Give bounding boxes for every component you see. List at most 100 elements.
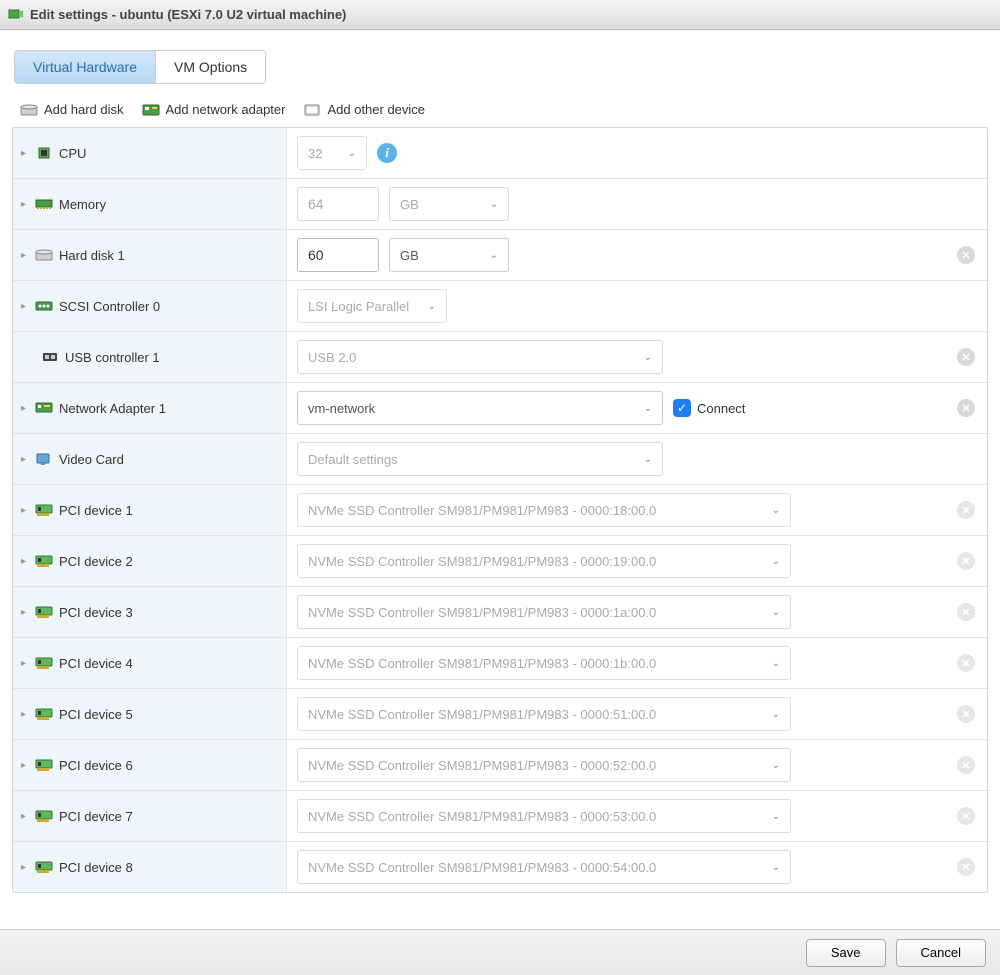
row-hard-disk-1: ▸ Hard disk 1 GB⌄ ✕	[13, 230, 987, 281]
row-usb-label-cell: USB controller 1	[13, 332, 287, 382]
row-video-label-cell: ▸ Video Card	[13, 434, 287, 484]
expand-caret-icon[interactable]: ▸	[21, 862, 29, 873]
row-disk-controls: GB⌄ ✕	[287, 230, 987, 280]
usb-type-select[interactable]: USB 2.0⌄	[297, 340, 663, 374]
add-hard-disk-button[interactable]: Add hard disk	[20, 102, 124, 117]
row-pci-controls: NVMe SSD Controller SM981/PM981/PM983 - …	[287, 536, 987, 586]
pci-card-icon	[35, 655, 53, 671]
remove-pci-button[interactable]: ✕	[957, 705, 975, 723]
scsi-type-select[interactable]: LSI Logic Parallel⌄	[297, 289, 447, 323]
chevron-down-icon: ⌄	[644, 403, 652, 414]
connect-checkbox[interactable]: ✓	[673, 399, 691, 417]
tab-vm-options[interactable]: VM Options	[155, 51, 265, 83]
action-row: Add hard disk Add network adapter Add ot…	[10, 84, 990, 127]
remove-pci-button[interactable]: ✕	[957, 552, 975, 570]
remove-pci-button[interactable]: ✕	[957, 756, 975, 774]
tabs: Virtual Hardware VM Options	[14, 50, 266, 84]
pci-device-select[interactable]: NVMe SSD Controller SM981/PM981/PM983 - …	[297, 646, 791, 680]
network-adapter-icon	[35, 400, 53, 416]
other-device-icon	[303, 103, 321, 117]
chevron-down-icon: ⌄	[772, 760, 780, 771]
row-scsi-controller-0: ▸ SCSI Controller 0 LSI Logic Parallel⌄	[13, 281, 987, 332]
cancel-button[interactable]: Cancel	[896, 939, 986, 967]
add-other-device-button[interactable]: Add other device	[303, 102, 425, 117]
chevron-down-icon: ⌄	[772, 505, 780, 516]
row-cpu-label-cell: ▸ CPU	[13, 128, 287, 178]
add-network-adapter-button[interactable]: Add network adapter	[142, 102, 286, 117]
remove-disk-button[interactable]: ✕	[957, 246, 975, 264]
add-hard-disk-label: Add hard disk	[44, 102, 124, 117]
pci-card-icon	[35, 502, 53, 518]
row-pci-label-cell: ▸PCI device 8	[13, 842, 287, 892]
chevron-down-icon: ⌄	[772, 607, 780, 618]
pci-device-select[interactable]: NVMe SSD Controller SM981/PM981/PM983 - …	[297, 850, 791, 884]
video-settings-select[interactable]: Default settings⌄	[297, 442, 663, 476]
row-pci-controls: NVMe SSD Controller SM981/PM981/PM983 - …	[287, 740, 987, 790]
expand-caret-icon[interactable]: ▸	[21, 505, 29, 516]
chevron-down-icon: ⌄	[644, 352, 652, 363]
remove-pci-button[interactable]: ✕	[957, 501, 975, 519]
row-net-controls: vm-network⌄ ✓ Connect ✕	[287, 383, 987, 433]
pci-device-select[interactable]: NVMe SSD Controller SM981/PM981/PM983 - …	[297, 595, 791, 629]
row-pci-controls: NVMe SSD Controller SM981/PM981/PM983 - …	[287, 485, 987, 535]
memory-unit-select[interactable]: GB⌄	[389, 187, 509, 221]
pci-device-select[interactable]: NVMe SSD Controller SM981/PM981/PM983 - …	[297, 799, 791, 833]
row-pci-device-4: ▸ PCI device 4 NVMe SSD Controller SM981/P…	[13, 638, 987, 689]
pci-device-select[interactable]: NVMe SSD Controller SM981/PM981/PM983 - …	[297, 748, 791, 782]
chevron-down-icon: ⌄	[772, 862, 780, 873]
row-disk-label-cell: ▸ Hard disk 1	[13, 230, 287, 280]
remove-pci-button[interactable]: ✕	[957, 654, 975, 672]
row-cpu: ▸ CPU 32⌄ i	[13, 128, 987, 179]
expand-caret-icon[interactable]: ▸	[21, 709, 29, 720]
expand-caret-icon[interactable]: ▸	[21, 250, 29, 261]
row-scsi-label-cell: ▸ SCSI Controller 0	[13, 281, 287, 331]
row-video-controls: Default settings⌄	[287, 434, 987, 484]
row-scsi-controls: LSI Logic Parallel⌄	[287, 281, 987, 331]
row-usb-label: USB controller 1	[65, 350, 160, 365]
network-select[interactable]: vm-network⌄	[297, 391, 663, 425]
expand-caret-icon[interactable]: ▸	[21, 301, 29, 312]
expand-caret-icon[interactable]: ▸	[21, 199, 29, 210]
pci-device-select[interactable]: NVMe SSD Controller SM981/PM981/PM983 - …	[297, 544, 791, 578]
expand-caret-icon[interactable]: ▸	[21, 811, 29, 822]
add-network-adapter-label: Add network adapter	[166, 102, 286, 117]
row-pci-label-cell: ▸PCI device 3	[13, 587, 287, 637]
remove-pci-button[interactable]: ✕	[957, 858, 975, 876]
expand-caret-icon[interactable]: ▸	[21, 454, 29, 465]
row-pci-label: PCI device 5	[59, 707, 133, 722]
row-pci-label: PCI device 4	[59, 656, 133, 671]
chevron-down-icon: ⌄	[428, 301, 436, 312]
expand-caret-icon[interactable]: ▸	[21, 607, 29, 618]
info-icon[interactable]: i	[377, 143, 397, 163]
scsi-icon	[35, 298, 53, 314]
row-usb-controls: USB 2.0⌄ ✕	[287, 332, 987, 382]
remove-pci-button[interactable]: ✕	[957, 807, 975, 825]
cpu-count-select[interactable]: 32⌄	[297, 136, 367, 170]
expand-caret-icon[interactable]: ▸	[21, 556, 29, 567]
save-button[interactable]: Save	[806, 939, 886, 967]
row-video-card: ▸ Video Card Default settings⌄	[13, 434, 987, 485]
vm-settings-icon	[8, 7, 24, 23]
expand-caret-icon[interactable]: ▸	[21, 760, 29, 771]
disk-unit-select[interactable]: GB⌄	[389, 238, 509, 272]
row-pci-label-cell: ▸PCI device 2	[13, 536, 287, 586]
hardware-table: ▸ CPU 32⌄ i ▸ Memory GB⌄ ▸	[12, 127, 988, 893]
remove-pci-button[interactable]: ✕	[957, 603, 975, 621]
expand-caret-icon[interactable]: ▸	[21, 403, 29, 414]
network-adapter-icon	[142, 103, 160, 117]
row-network-adapter-1: ▸ Network Adapter 1 vm-network⌄ ✓ Connec…	[13, 383, 987, 434]
hard-disk-icon	[35, 247, 53, 263]
pci-device-select[interactable]: NVMe SSD Controller SM981/PM981/PM983 - …	[297, 697, 791, 731]
video-card-icon	[35, 451, 53, 467]
tab-virtual-hardware[interactable]: Virtual Hardware	[15, 51, 155, 83]
remove-network-button[interactable]: ✕	[957, 399, 975, 417]
memory-value-input[interactable]	[297, 187, 379, 221]
expand-caret-icon[interactable]: ▸	[21, 148, 29, 159]
expand-caret-icon[interactable]: ▸	[21, 658, 29, 669]
pci-device-select[interactable]: NVMe SSD Controller SM981/PM981/PM983 - …	[297, 493, 791, 527]
pci-card-icon	[35, 553, 53, 569]
disk-size-input[interactable]	[297, 238, 379, 272]
remove-usb-button[interactable]: ✕	[957, 348, 975, 366]
connect-label: Connect	[697, 401, 745, 416]
chevron-down-icon: ⌄	[490, 199, 498, 210]
